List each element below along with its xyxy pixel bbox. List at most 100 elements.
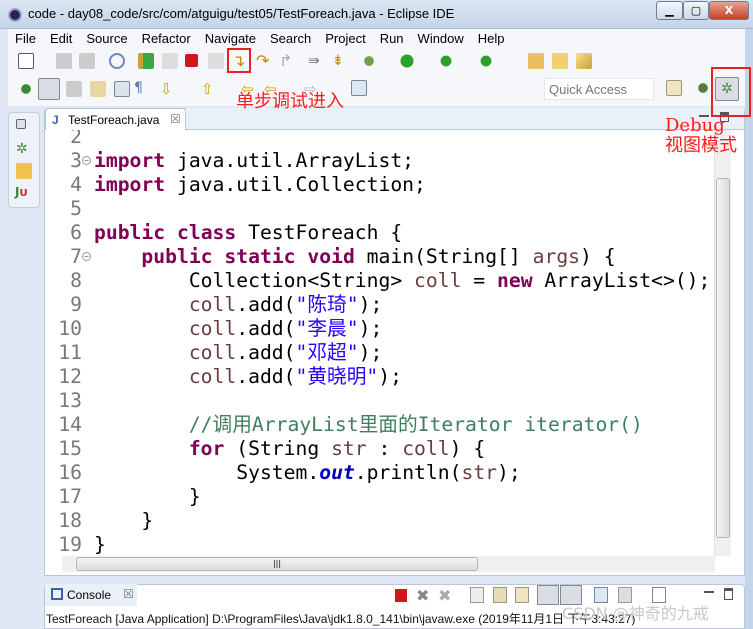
menu-window[interactable]: Window (411, 29, 471, 49)
save-all-icon[interactable] (79, 53, 95, 69)
code-line[interactable]: 18 } (45, 509, 715, 533)
show-whitespace-icon[interactable] (90, 81, 106, 97)
code-line[interactable]: 4 import java.util.Collection; (45, 173, 715, 197)
skip-breakpoints-icon[interactable] (109, 53, 125, 69)
code-editor[interactable]: 2 3− import java.util.ArrayList; 4 import ja… (45, 130, 715, 556)
drop-to-frame-icon[interactable]: ⇛ (308, 53, 324, 69)
watermark: CSDN @神奇的九戒 (562, 604, 709, 623)
code-token: .add( (236, 341, 296, 364)
remove-all-launches-icon[interactable]: ✖ (438, 586, 451, 605)
code-line[interactable]: 17 } (45, 485, 715, 509)
terminate-icon[interactable] (185, 54, 198, 67)
code-line[interactable]: 11 coll.add("邓超"); (45, 341, 715, 365)
code-text: coll.add("陈琦"); (94, 293, 383, 317)
code-token: .println( (354, 461, 462, 484)
menu-search[interactable]: Search (263, 29, 318, 49)
java-file-icon: J (52, 113, 59, 127)
java-perspective-icon[interactable] (695, 80, 711, 96)
resume-icon[interactable] (138, 53, 154, 69)
breakpoint-icon[interactable] (18, 81, 34, 97)
close-tab-icon[interactable]: ☒ (170, 112, 181, 126)
external-tools-icon[interactable] (478, 53, 494, 69)
word-wrap-icon[interactable] (114, 81, 130, 97)
debug-view-icon[interactable]: ✲ (16, 141, 32, 157)
previous-annotation-icon[interactable]: ⇧ (201, 80, 217, 98)
code-token: //调用ArrayList里面的Iterator iterator() (188, 413, 643, 436)
code-line[interactable]: 15 for (String str : coll) { (45, 437, 715, 461)
code-token: coll (188, 341, 237, 364)
disconnect-icon[interactable] (208, 53, 224, 69)
next-annotation-icon[interactable]: ⇩ (160, 80, 176, 98)
junit-icon[interactable]: JU (15, 185, 31, 201)
maximize-console-icon[interactable] (724, 588, 733, 600)
code-line[interactable]: 9 coll.add("陈琦"); (45, 293, 715, 317)
toggle-mark-occurrences-icon[interactable] (38, 78, 60, 100)
suspend-icon[interactable] (162, 53, 178, 69)
maximize-button[interactable]: ▢ (683, 1, 709, 20)
pilcrow-icon[interactable]: ¶ (134, 80, 150, 96)
console-terminate-icon[interactable] (395, 589, 407, 602)
new-java-package-icon[interactable] (528, 53, 544, 69)
code-line[interactable]: 6 public class TestForeach { (45, 221, 715, 245)
package-explorer-icon[interactable] (16, 163, 32, 179)
code-token: ) { (449, 437, 486, 460)
window-title: code - day08_code/src/com/atguigu/test05… (28, 6, 455, 21)
close-console-icon[interactable]: ☒ (123, 587, 134, 601)
code-line[interactable]: 7− public static void main(String[] args… (45, 245, 715, 269)
minimize-console-icon[interactable] (704, 591, 714, 593)
coverage-icon[interactable] (438, 53, 454, 69)
menu-project[interactable]: Project (318, 29, 372, 49)
code-line[interactable]: 12 coll.add("黄晓明"); (45, 365, 715, 389)
run-icon[interactable] (399, 53, 415, 69)
save-icon[interactable] (56, 53, 72, 69)
code-token: coll (414, 269, 462, 292)
line-number: 13 (58, 389, 82, 412)
code-line[interactable]: 19} (45, 533, 715, 556)
search-pen-icon[interactable] (576, 53, 592, 69)
restore-icon[interactable] (16, 119, 26, 129)
quick-access-input[interactable] (544, 78, 654, 100)
remove-launch-icon[interactable]: ✖ (416, 586, 429, 605)
show-console-on-stdout-icon[interactable] (537, 585, 559, 605)
code-line[interactable]: 8 Collection<String> coll = new ArrayLis… (45, 269, 715, 293)
pin-editor-icon[interactable] (351, 80, 367, 96)
block-selection-icon[interactable] (66, 81, 82, 97)
title-bar: code - day08_code/src/com/atguigu/test05… (0, 0, 753, 29)
menu-source[interactable]: Source (79, 29, 134, 49)
debug-icon[interactable] (361, 53, 377, 69)
clear-console-icon[interactable] (470, 587, 484, 603)
fold-toggle-icon[interactable]: − (82, 252, 91, 261)
menu-run[interactable]: Run (373, 29, 411, 49)
word-wrap-console-icon[interactable] (515, 587, 529, 603)
open-type-icon[interactable] (552, 53, 568, 69)
menu-navigate[interactable]: Navigate (198, 29, 263, 49)
scroll-lock-icon[interactable] (493, 587, 507, 603)
new-icon[interactable] (18, 53, 34, 69)
menu-help[interactable]: Help (471, 29, 512, 49)
vertical-scroll-thumb[interactable] (716, 178, 730, 538)
fold-toggle-icon[interactable]: − (82, 156, 91, 165)
step-over-icon[interactable]: ↷ (256, 53, 272, 69)
editor-tab-testforeach[interactable]: J TestForeach.java ☒ (45, 108, 186, 132)
horizontal-scroll-thumb[interactable]: ||| (76, 557, 478, 571)
code-line[interactable]: 2 (45, 130, 715, 149)
line-number: 14 (58, 413, 82, 436)
menu-edit[interactable]: Edit (43, 29, 79, 49)
close-button[interactable]: X (709, 1, 749, 20)
console-tab[interactable]: Console ☒ (45, 584, 137, 606)
use-step-filters-icon[interactable]: ⇟ (332, 53, 348, 69)
code-line[interactable]: 14 //调用ArrayList里面的Iterator iterator() (45, 413, 715, 437)
code-line[interactable]: 10 coll.add("李晨"); (45, 317, 715, 341)
code-line[interactable]: 13 (45, 389, 715, 413)
code-line[interactable]: 5 (45, 197, 715, 221)
step-return-icon[interactable]: ↱ (279, 53, 295, 69)
code-token: ArrayList<>(); (532, 269, 711, 292)
code-line[interactable]: 3− import java.util.ArrayList; (45, 149, 715, 173)
menu-refactor[interactable]: Refactor (135, 29, 198, 49)
open-perspective-icon[interactable] (666, 80, 682, 96)
menu-file[interactable]: File (8, 29, 43, 49)
minimize-button[interactable]: ▁ (656, 1, 683, 20)
code-line[interactable]: 16 System.out.println(str); (45, 461, 715, 485)
